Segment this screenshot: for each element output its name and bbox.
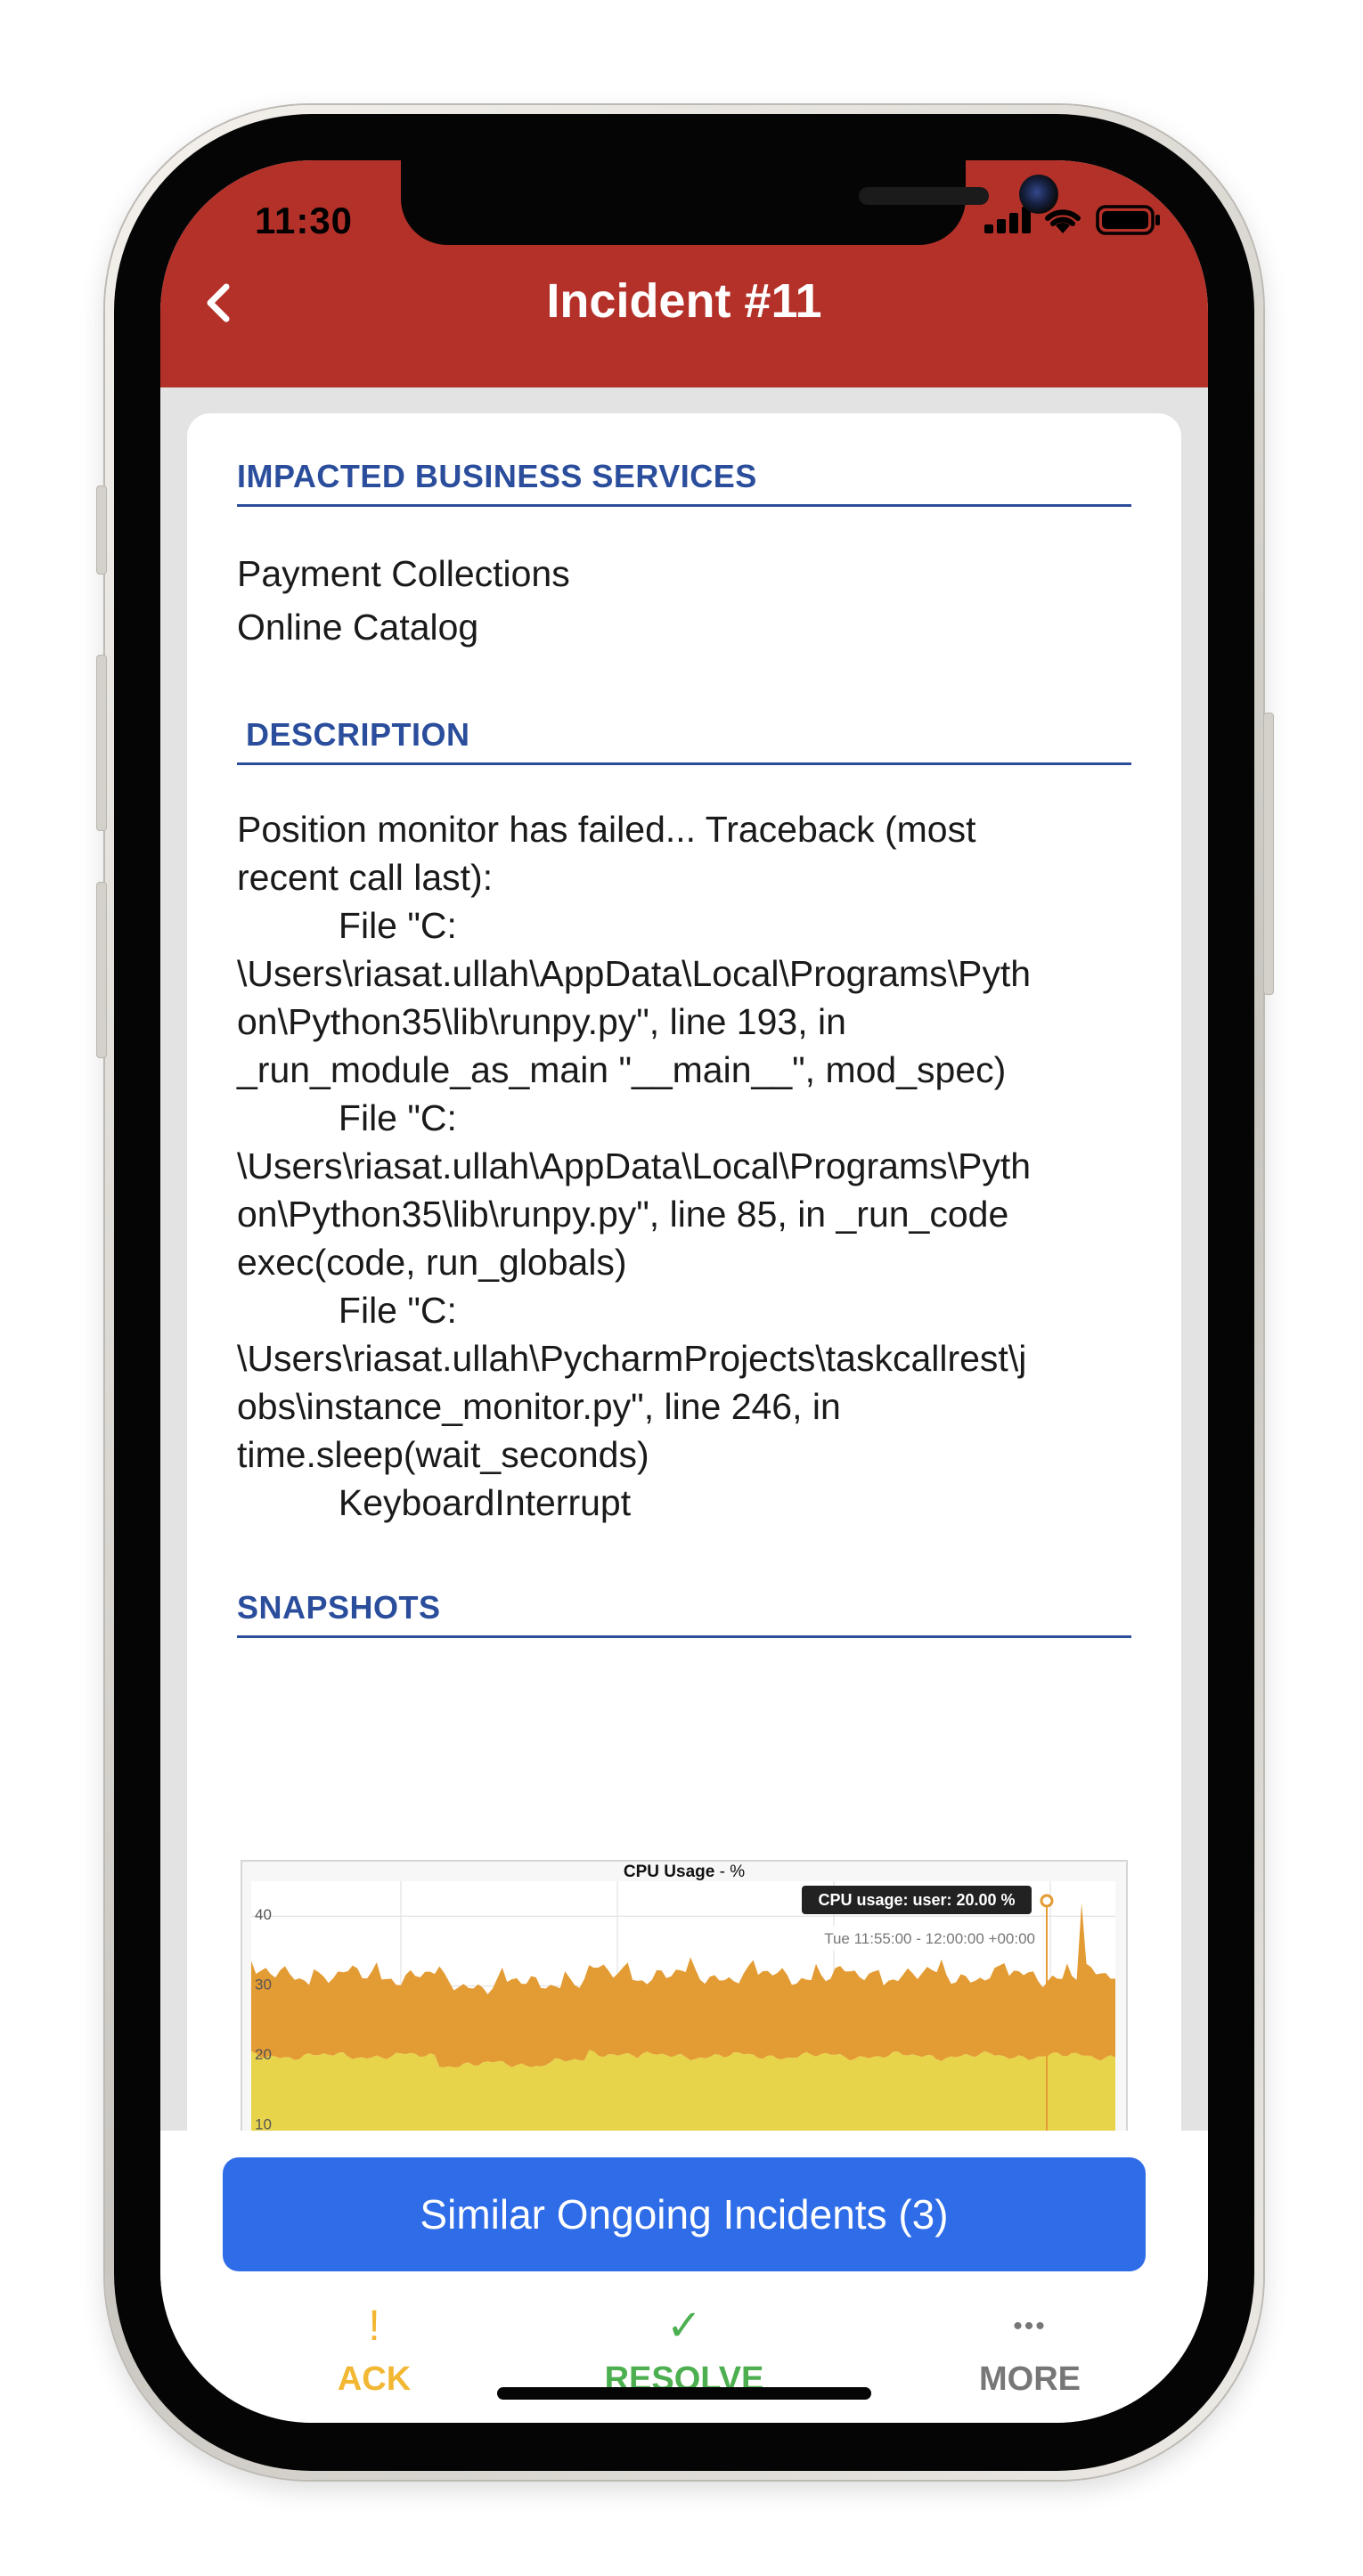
page-title: Incident #11: [546, 274, 822, 328]
chart-tooltip-subtitle: Tue 11:55:00 - 12:00:00 +00:00: [824, 1930, 1035, 1947]
power-button: [1263, 713, 1274, 995]
description-line: \Users\riasat.ullah\AppData\Local\Progra…: [237, 953, 1032, 994]
tab-more[interactable]: ••• MORE: [914, 2300, 1146, 2405]
tab-ack-label: ACK: [337, 2360, 412, 2398]
snapshots-heading: SNAPSHOTS: [237, 1589, 1131, 1638]
description-line: KeyboardInterrupt: [237, 1482, 632, 1523]
chevron-left-icon: [207, 283, 230, 322]
incident-details-card: IMPACTED BUSINESS SERVICES Payment Colle…: [187, 413, 1181, 2225]
tab-ack[interactable]: ! ACK: [258, 2300, 490, 2405]
chart-y-tick-label: 40: [255, 1906, 272, 1923]
description-line: File "C:: [237, 1097, 457, 1138]
back-button[interactable]: [196, 267, 249, 338]
description-line: \Users\riasat.ullah\AppData\Local\Progra…: [237, 1145, 1032, 1186]
home-indicator[interactable]: [497, 2387, 871, 2400]
description-line: File "C:: [237, 905, 457, 946]
more-dots-icon: •••: [1013, 2311, 1047, 2341]
description-line: on\Python35\lib\runpy.py", line 85, in _…: [237, 1194, 1009, 1235]
volume-down-button: [96, 882, 107, 1058]
status-time: 11:30: [254, 200, 354, 241]
impacted-service-item: Online Catalog: [237, 607, 479, 648]
cellular-signal-icon: [984, 207, 1031, 233]
chart-tooltip-label: CPU usage: user: 20.00 %: [818, 1891, 1015, 1909]
description-line: obs\instance_monitor.py", line 246, in: [237, 1386, 841, 1427]
similar-incidents-button[interactable]: Similar Ongoing Incidents (3): [223, 2157, 1146, 2271]
description-text: Position monitor has failed... Traceback…: [237, 805, 1137, 1527]
app-screen: 11:30 Incident #11 IMPACTED BUSINESS SER…: [160, 160, 1208, 2423]
description-line: time.sleep(wait_seconds): [237, 1434, 649, 1475]
description-line: \Users\riasat.ullah\PycharmProjects\task…: [237, 1338, 1027, 1379]
description-line: Position monitor has failed... Traceback…: [237, 809, 976, 850]
chart-hover-point: [1040, 1894, 1054, 1908]
checkmark-icon: ✓: [665, 2303, 703, 2350]
tab-more-label: MORE: [979, 2360, 1081, 2398]
device-notch: [401, 160, 1058, 245]
description-line: recent call last):: [237, 857, 494, 898]
action-footer: Similar Ongoing Incidents (3) ! ACK ✓ RE…: [160, 2131, 1208, 2423]
chart-y-tick-label: 20: [255, 2046, 272, 2063]
description-line: on\Python35\lib\runpy.py", line 193, in: [237, 1001, 846, 1042]
mute-switch: [96, 485, 107, 575]
front-camera: [1019, 175, 1058, 214]
chart-y-tick-label: 30: [255, 1977, 272, 1993]
impacted-services-heading: IMPACTED BUSINESS SERVICES: [237, 458, 1131, 507]
impacted-services-list: Payment Collections Online Catalog: [237, 547, 1137, 654]
impacted-service-item: Payment Collections: [237, 553, 570, 594]
description-heading: DESCRIPTION: [237, 716, 1131, 765]
earpiece-speaker: [859, 187, 989, 205]
description-line: exec(code, run_globals): [237, 1242, 627, 1283]
description-line: File "C:: [237, 1290, 457, 1331]
battery-icon: [1096, 205, 1160, 235]
volume-up-button: [96, 655, 107, 831]
exclamation-icon: !: [368, 2303, 380, 2350]
chart-title: CPU Usage - %: [624, 1863, 745, 1881]
description-line: _run_module_as_main "__main__", mod_spec…: [237, 1049, 1007, 1090]
